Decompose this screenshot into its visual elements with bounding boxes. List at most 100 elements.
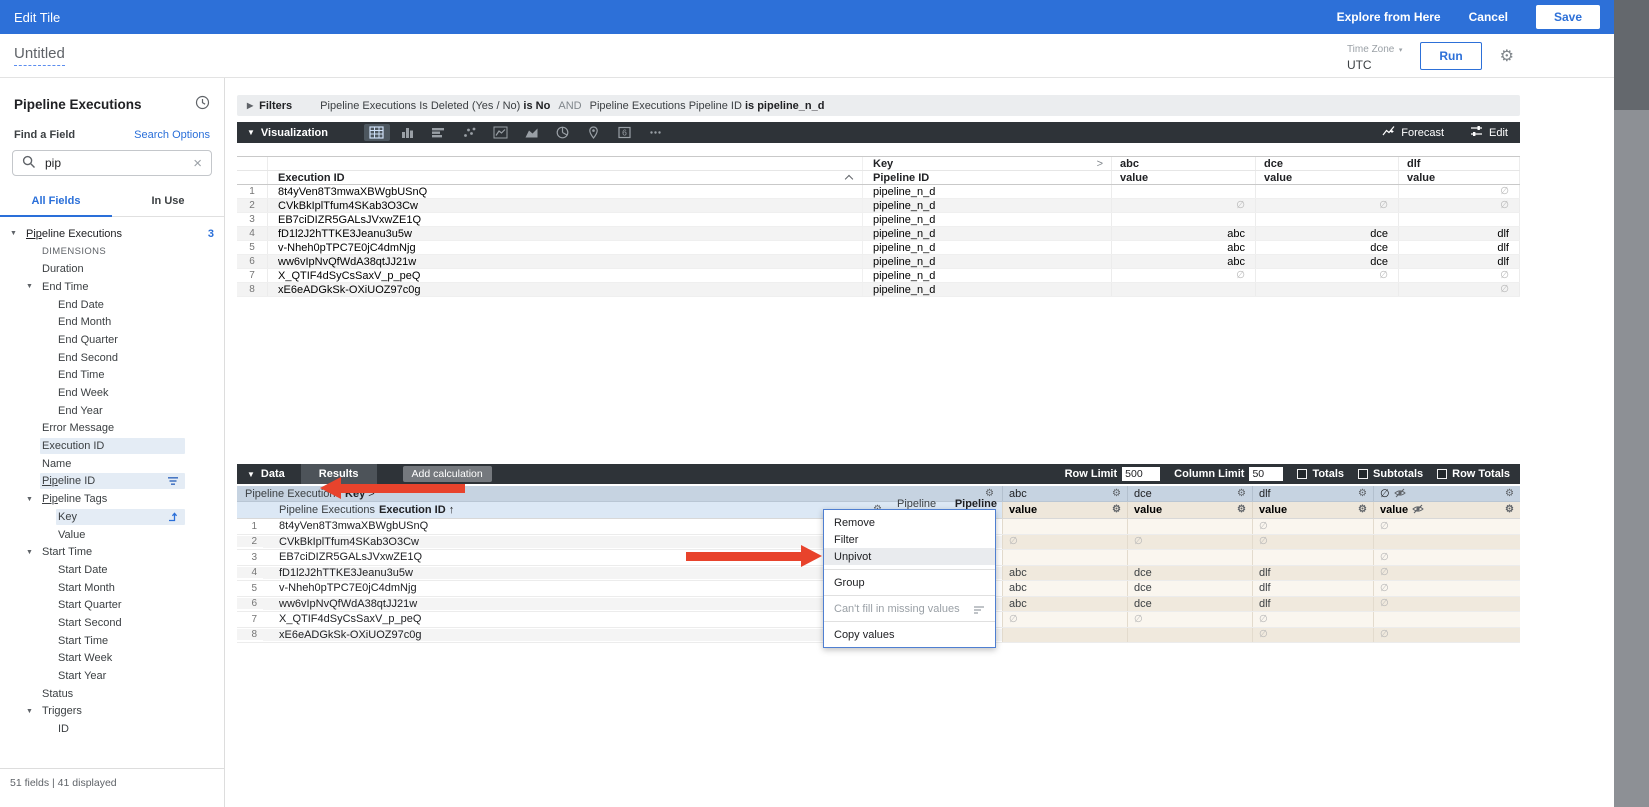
field-execution-id[interactable]: Execution ID <box>0 437 224 455</box>
value-cell[interactable]: ∅ <box>1398 283 1520 296</box>
gear-icon[interactable]: ⚙ <box>1112 505 1121 515</box>
execution-id-cell[interactable]: ww6vIpNvQfWdA38qtJJ21w <box>268 255 862 268</box>
menu-item-copy-values[interactable]: Copy values <box>824 626 995 643</box>
window-scrollbar-track[interactable] <box>1614 0 1649 807</box>
gear-icon[interactable]: ⚙ <box>1505 505 1514 515</box>
expander-icon[interactable]: ▼ <box>26 283 40 290</box>
execution-id-cell[interactable]: ww6vIpNvQfWdA38qtJJ21w <box>263 598 890 610</box>
pipeline-id-cell[interactable]: pipeline_n_d <box>862 227 1111 240</box>
value-cell[interactable]: ∅ <box>1398 199 1520 212</box>
menu-item-remove[interactable]: Remove <box>824 514 995 531</box>
value-cell[interactable] <box>1127 628 1252 643</box>
map-pin-viz-icon[interactable] <box>581 124 607 141</box>
value-cell[interactable]: dce <box>1127 581 1252 596</box>
pipeline-id-cell[interactable]: pipeline_n_d <box>862 283 1111 296</box>
value-cell[interactable]: ∅ <box>1255 269 1398 282</box>
search-options-link[interactable]: Search Options <box>134 129 210 141</box>
field-end-week[interactable]: End Week <box>0 384 224 402</box>
value-cell[interactable] <box>1111 213 1255 226</box>
table-viz-icon[interactable] <box>364 124 390 141</box>
value-cell[interactable]: ∅ <box>1373 581 1520 596</box>
value-cell[interactable]: ∅ <box>1002 535 1127 550</box>
pipeline-id-cell[interactable]: pipeline_n_d <box>862 269 1111 282</box>
value-cell[interactable]: dlf <box>1252 581 1373 596</box>
field-end-month[interactable]: End Month <box>0 313 224 331</box>
tab-in-use[interactable]: In Use <box>112 186 224 216</box>
execution-id-cell[interactable]: X_QTIF4dSyCsSaxV_p_peQ <box>268 269 862 282</box>
value-cell[interactable]: ∅ <box>1002 612 1127 627</box>
gear-icon[interactable]: ⚙ <box>1505 489 1514 499</box>
execution-id-cell[interactable]: 8t4yVen8T3mwaXBWgbUSnQ <box>268 185 862 198</box>
pivot-value-header-dlf[interactable]: dlf⚙ <box>1252 486 1373 501</box>
value-cell[interactable]: ∅ <box>1111 199 1255 212</box>
visualization-toggle[interactable]: ▼ Visualization <box>247 127 328 139</box>
value-cell[interactable]: dlf <box>1252 566 1373 581</box>
value-cell[interactable]: ∅ <box>1255 199 1398 212</box>
value-cell[interactable]: abc <box>1111 241 1255 254</box>
execution-id-column-header[interactable]: Pipeline ExecutionsExecution ID ↑⚙ <box>263 502 890 518</box>
value-header[interactable]: value⚙ <box>1252 502 1373 518</box>
viz-table-row[interactable]: 7X_QTIF4dSyCsSaxV_p_peQpipeline_n_d∅∅∅ <box>237 269 1520 283</box>
value-cell[interactable]: ∅ <box>1252 519 1373 534</box>
menu-item-unpivot[interactable]: Unpivot <box>824 548 995 565</box>
value-cell[interactable]: ∅ <box>1252 612 1373 627</box>
value-cell[interactable] <box>1002 628 1127 643</box>
viz-table-row[interactable]: 6ww6vIpNvQfWdA38qtJJ21wpipeline_n_dabcdc… <box>237 255 1520 269</box>
value-cell[interactable]: ∅ <box>1373 550 1520 565</box>
field-end-second[interactable]: End Second <box>0 349 224 367</box>
field-end-date[interactable]: End Date <box>0 296 224 314</box>
data-toggle[interactable]: ▼ Data <box>247 468 285 480</box>
filters-toggle[interactable]: ▶ Filters <box>247 100 292 112</box>
field-duration[interactable]: Duration <box>0 260 224 278</box>
pie-chart-viz-icon[interactable] <box>550 124 576 141</box>
execution-id-cell[interactable]: fD1l2J2hTTKE3Jeanu3u5w <box>268 227 862 240</box>
expander-icon[interactable]: ▼ <box>26 496 40 503</box>
gear-icon[interactable]: ⚙ <box>985 489 994 499</box>
execution-id-cell[interactable]: X_QTIF4dSyCsSaxV_p_peQ <box>263 613 890 625</box>
tile-title-input[interactable]: Untitled <box>14 45 65 66</box>
field-key[interactable]: Key <box>0 508 224 526</box>
clear-icon[interactable]: × <box>193 155 202 172</box>
explore-from-here-link[interactable]: Explore from Here <box>1337 10 1441 24</box>
value-cell[interactable]: ∅ <box>1398 185 1520 198</box>
gear-icon[interactable]: ⚙ <box>1237 489 1246 499</box>
viz-table-row[interactable]: 3EB7ciDIZR5GALsJVxwZE1Qpipeline_n_d <box>237 213 1520 227</box>
pipeline-id-cell[interactable]: pipeline_n_d <box>862 241 1111 254</box>
row-totals-checkbox[interactable] <box>1437 469 1447 479</box>
execution-id-column-header[interactable]: Execution ID <box>268 171 862 184</box>
field-dimensions[interactable]: DIMENSIONS <box>0 243 224 261</box>
field-start-week[interactable]: Start Week <box>0 650 224 668</box>
expander-icon[interactable]: ▼ <box>26 549 40 556</box>
value-header[interactable]: value <box>1255 171 1398 184</box>
field-search-input[interactable]: pip × <box>12 150 212 176</box>
execution-id-cell[interactable]: xE6eADGkSk-OXiUOZ97c0g <box>268 283 862 296</box>
pivot-value-header-abc[interactable]: abc⚙ <box>1002 486 1127 501</box>
value-cell[interactable]: ∅ <box>1373 519 1520 534</box>
pivot-col-header-abc[interactable]: abc <box>1111 157 1255 170</box>
value-header[interactable]: value <box>1398 171 1520 184</box>
value-cell[interactable] <box>1255 185 1398 198</box>
single-value-viz-icon[interactable]: 6 <box>612 124 638 141</box>
gear-icon[interactable]: ⚙ <box>1112 489 1121 499</box>
value-cell[interactable] <box>1111 283 1255 296</box>
tab-all-fields[interactable]: All Fields <box>0 186 112 216</box>
filters-bar[interactable]: ▶ Filters Pipeline Executions Is Deleted… <box>237 95 1520 116</box>
field-triggers[interactable]: ▼Triggers <box>0 703 224 721</box>
value-cell[interactable]: ∅ <box>1373 566 1520 581</box>
value-cell[interactable]: abc <box>1002 597 1127 612</box>
value-cell[interactable]: dce <box>1255 255 1398 268</box>
menu-item-filter[interactable]: Filter <box>824 531 995 548</box>
field-start-time[interactable]: ▼Start Time <box>0 543 224 561</box>
value-cell[interactable]: ∅ <box>1252 535 1373 550</box>
field-value[interactable]: Value <box>0 526 224 544</box>
viz-table-row[interactable]: 8xE6eADGkSk-OXiUOZ97c0gpipeline_n_d∅ <box>237 283 1520 297</box>
pivot-col-header-dlf[interactable]: dlf <box>1398 157 1520 170</box>
edit-viz-button[interactable]: Edit <box>1470 125 1508 140</box>
pipeline-id-cell[interactable]: pipeline_n_d <box>862 213 1111 226</box>
value-cell[interactable] <box>1127 550 1252 565</box>
field-start-time[interactable]: Start Time <box>0 632 224 650</box>
field-name[interactable]: Name <box>0 455 224 473</box>
settings-gear-icon[interactable]: ⚙ <box>1500 46 1514 66</box>
filter-icon[interactable] <box>167 476 179 486</box>
value-header[interactable]: value⚙ <box>1373 502 1520 518</box>
